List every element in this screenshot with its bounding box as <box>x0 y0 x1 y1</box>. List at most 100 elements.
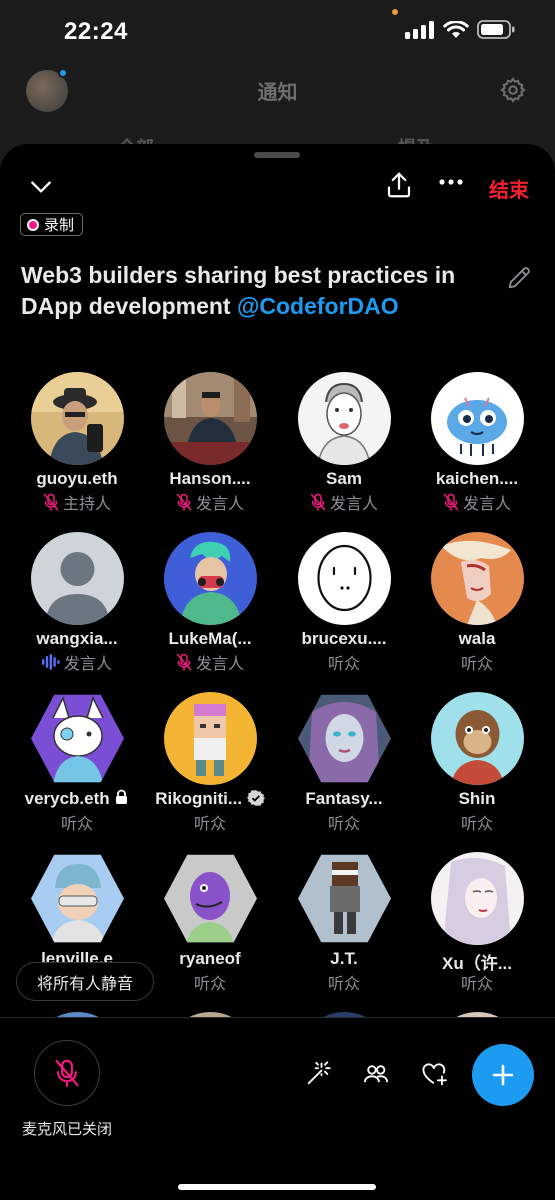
participant-role: 发言人 <box>143 490 277 514</box>
participant-name: brucexu.... <box>301 629 387 648</box>
participant-name: Fantasy... <box>305 789 383 808</box>
participant-role: 听众 <box>277 810 411 834</box>
mic-muted-icon <box>176 653 192 671</box>
role-label: 听众 <box>460 976 493 993</box>
avatar <box>298 532 391 625</box>
status-icons <box>405 20 515 39</box>
mic-off-icon <box>55 1059 79 1088</box>
avatar <box>298 854 391 943</box>
recording-dot-icon <box>27 218 39 231</box>
microphone-toggle-button[interactable] <box>34 1040 100 1106</box>
mic-muted-icon <box>443 493 459 511</box>
role-label: 发言人 <box>462 496 511 513</box>
participant-name: verycb.eth <box>10 789 144 809</box>
avatar <box>431 372 524 465</box>
role-label: 发言人 <box>195 656 244 673</box>
participant-role: 听众 <box>277 970 411 994</box>
role-label: 听众 <box>327 656 360 673</box>
participant-name: Rikogniti... <box>143 789 277 809</box>
speaking-waveform-icon <box>41 654 60 670</box>
participant-role: 听众 <box>277 650 411 674</box>
page-title: 通知 <box>257 82 298 104</box>
participant-role: 发言人 <box>277 490 411 514</box>
participant-name: Hanson.... <box>169 469 251 488</box>
notifications-header: 通知 <box>0 62 555 122</box>
participant-role: 听众 <box>10 810 144 834</box>
settings-gear-icon[interactable] <box>499 76 527 109</box>
role-label: 听众 <box>193 976 226 993</box>
space-host-handle[interactable]: @CodeforDAO <box>237 293 399 319</box>
avatar <box>298 372 391 465</box>
mic-muted-icon <box>43 493 59 511</box>
recording-label: 录制 <box>44 217 75 234</box>
avatar <box>431 852 524 945</box>
avatar <box>31 532 124 625</box>
participant-role: 主持人 <box>10 490 144 514</box>
status-bar: 22:24 <box>0 0 555 62</box>
mic-muted-icon <box>310 493 326 511</box>
lock-icon <box>116 789 128 804</box>
status-time: 22:24 <box>64 18 128 45</box>
participant-name: ryaneof <box>179 949 241 968</box>
participant-role: 听众 <box>410 650 544 674</box>
role-label: 主持人 <box>62 496 111 513</box>
participant-role: 听众 <box>410 810 544 834</box>
wifi-icon <box>443 20 469 38</box>
more-options-icon[interactable] <box>438 178 464 186</box>
sheet-grabber[interactable] <box>254 152 300 158</box>
battery-icon <box>477 20 515 39</box>
avatar <box>164 372 257 465</box>
edit-pencil-icon[interactable] <box>505 264 533 297</box>
participant-name-text: Rikogniti... <box>155 789 243 808</box>
role-label: 发言人 <box>195 496 244 513</box>
participant-role: 发言人 <box>410 490 544 514</box>
participant-name: Sam <box>326 469 362 488</box>
avatar <box>31 372 124 465</box>
bottom-controls: 麦克风已关闭 <box>0 1018 555 1200</box>
recording-badge: 录制 <box>20 213 84 236</box>
role-label: 发言人 <box>329 496 378 513</box>
participant-role: 发言人 <box>143 650 277 674</box>
participant-name: LukeMa(... <box>168 629 252 648</box>
heart-add-icon[interactable] <box>420 1060 450 1088</box>
role-label: 发言人 <box>63 656 112 673</box>
people-icon[interactable] <box>362 1060 390 1088</box>
avatar <box>431 532 524 625</box>
effects-wand-icon[interactable] <box>304 1060 332 1088</box>
role-label: 听众 <box>60 816 93 833</box>
share-icon[interactable] <box>384 170 414 200</box>
end-space-button[interactable]: 结束 <box>489 174 529 203</box>
mute-all-button[interactable]: 将所有人静音 <box>16 962 155 1001</box>
avatar <box>431 692 524 785</box>
participant-name: kaichen.... <box>435 469 519 488</box>
avatar <box>298 694 391 783</box>
space-toolbar: 结束 <box>0 166 555 210</box>
participant-role: 听众 <box>143 810 277 834</box>
avatar <box>164 854 257 943</box>
collapse-chevron-icon[interactable] <box>28 174 54 200</box>
role-label: 听众 <box>327 976 360 993</box>
home-indicator <box>178 1184 376 1190</box>
verified-badge-icon <box>246 790 265 806</box>
mic-status-label: 麦克风已关闭 <box>22 1121 113 1138</box>
role-label: 听众 <box>460 816 493 833</box>
avatar <box>164 692 257 785</box>
role-label: 听众 <box>460 656 493 673</box>
role-label: 听众 <box>193 816 226 833</box>
avatar <box>31 854 124 943</box>
space-title: Web3 builders sharing best practices in … <box>21 260 501 322</box>
avatar <box>164 532 257 625</box>
privacy-indicator-dot <box>392 9 398 15</box>
avatar <box>31 694 124 783</box>
participant-name: wala <box>458 629 496 648</box>
participant-role: 发言人 <box>10 650 144 674</box>
role-label: 听众 <box>327 816 360 833</box>
space-sheet: 结束 录制 Web3 builders sharing best practic… <box>0 144 555 1200</box>
plus-icon <box>492 1064 514 1086</box>
mic-muted-icon <box>176 493 192 511</box>
add-button[interactable] <box>472 1044 534 1106</box>
cellular-signal-icon <box>405 20 434 39</box>
participant-role: 听众 <box>143 970 277 994</box>
participant-name: Shin <box>458 789 496 808</box>
participant-role: 听众 <box>410 970 544 994</box>
